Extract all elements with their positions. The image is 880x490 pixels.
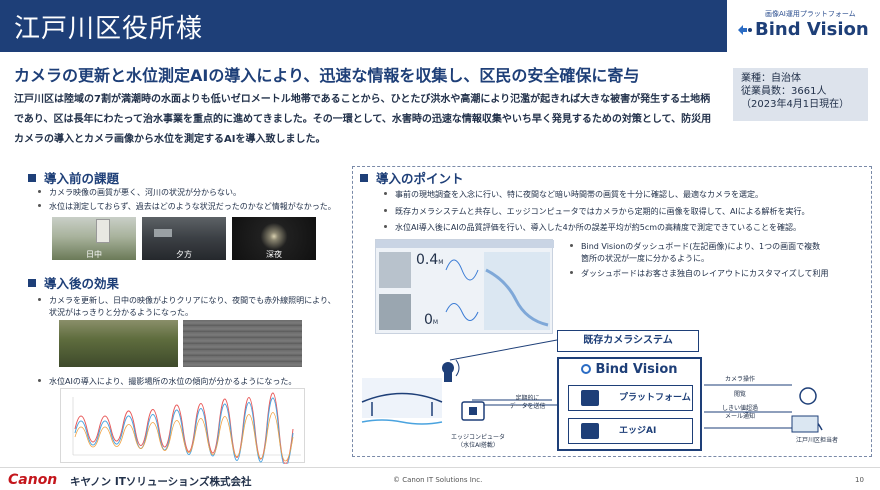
points-section-title: 導入のポイント [360, 168, 464, 187]
photo-night: 深夜 [232, 217, 316, 260]
square-bullet-icon [28, 174, 36, 182]
platform-item: プラットフォーム [568, 385, 693, 411]
photo-label: 夕方 [176, 250, 192, 259]
logo-subtitle: 画像AI運用プラットフォーム [765, 10, 856, 18]
bind-vision-box: Bind Vision プラットフォーム エッジAI [557, 357, 702, 451]
company-info-box: 業種：自治体 従業員数：3661人 （2023年4月1日現在） [733, 68, 868, 121]
before-section-title: 導入前の課題 [28, 168, 119, 187]
bind-vision-title: Bind Vision [559, 362, 700, 377]
camera-operation-label: カメラ操作 [724, 376, 755, 383]
edge-ai-item: エッジAI [568, 418, 693, 444]
bind-vision-logo: 画像AI運用プラットフォーム Bind Vision [733, 7, 873, 47]
chip-icon [581, 423, 599, 439]
browse-label: 閲覧 [733, 391, 746, 398]
points-bullet-1: 事前の現地調査を入念に行い、特に夜間など暗い時間帯の画質を十分に確認し、最適なカ… [384, 189, 763, 201]
before-bullet-1: カメラ映像の画質が悪く、河川の状況が分からない。 [38, 187, 241, 199]
copyright: © Canon IT Solutions Inc. [393, 476, 483, 484]
dashboard-screenshot: 0.4M 0M [375, 239, 554, 334]
points-sub-bullet-1: Bind Visionのダッシュボード(左記画像)により、1つの画面で複数 箇所… [570, 241, 820, 265]
photo-evening: 夕方 [142, 217, 226, 260]
points-sub-bullet-2: ダッシュボードはお客さま独自のレイアウトにカスタマイズして利用 [570, 268, 829, 280]
dashboard-value-bottom: 0M [424, 312, 439, 328]
company-name: キヤノン ITソリューションズ株式会社 [70, 476, 252, 488]
footer-divider [0, 467, 880, 468]
threshold-notify-label: しきい値超過 メール通知 [721, 405, 758, 420]
dashboard-value-top: 0.4M [416, 252, 444, 268]
square-bullet-icon [28, 279, 36, 287]
after-bullet-1: カメラを更新し、日中の映像がよりクリアになり、夜間でも赤外線照明により、 状況が… [38, 295, 336, 319]
photo-label: 深夜 [266, 250, 282, 259]
bind-vision-mark-icon [738, 25, 752, 35]
photo-label: 日中 [86, 250, 102, 259]
canon-logo: Canon [8, 472, 58, 488]
photo-after-night [183, 320, 302, 367]
dashboard-graphic [376, 240, 554, 330]
points-bullet-2: 既存カメラシステムと共存し、エッジコンピュータではカメラから定期的に画像を取得し… [384, 206, 810, 218]
points-bullet-3: 水位AI導入後にAIの品質評価を行い、導入した4か所の誤差平均が約5cmの高精度… [384, 222, 801, 234]
after-bullet-2: 水位AIの導入により、撮影場所の水位の傾向が分かるようになった。 [38, 376, 296, 388]
water-level-chart-graphic [72, 392, 301, 468]
page-title: 江戸川区役所様 [14, 14, 204, 44]
industry: 業種：自治体 [741, 73, 801, 84]
header: 江戸川区役所様 画像AI運用プラットフォーム Bind Vision [0, 0, 880, 52]
edge-computer-label: エッジコンピュータ （水位AI搭載） [450, 434, 505, 449]
square-bullet-icon [360, 174, 368, 182]
periodic-send-label: 定期的に データを送信 [509, 395, 546, 410]
photo-daytime: 日中 [52, 217, 136, 260]
after-section-title: 導入後の効果 [28, 273, 119, 292]
monitor-icon [581, 390, 599, 406]
photo-after-day [59, 320, 178, 367]
staff-label: 江戸川区担当者 [795, 437, 838, 444]
before-bullet-2: 水位は測定しておらず、過去はどのような状況だったのかなど情報がなかった。 [38, 201, 336, 213]
intro-text: 江戸川区は陸域の7割が満潮時の水面よりも低いゼロメートル地帯であることから、ひと… [14, 94, 712, 145]
logo-name: Bind Vision [755, 19, 869, 40]
headline: カメラの更新と水位測定AIの導入により、迅速な情報を収集し、区民の安全確保に寄与 [14, 66, 640, 85]
employees: 従業員数：3661人 [741, 86, 827, 97]
bind-vision-mark-icon [581, 364, 592, 374]
water-level-chart [60, 388, 305, 468]
existing-camera-system: 既存カメラシステム [557, 330, 699, 352]
header-bar: 江戸川区役所様 [0, 0, 727, 52]
as-of-date: （2023年4月1日現在） [741, 99, 850, 110]
page-number: 10 [855, 476, 864, 484]
